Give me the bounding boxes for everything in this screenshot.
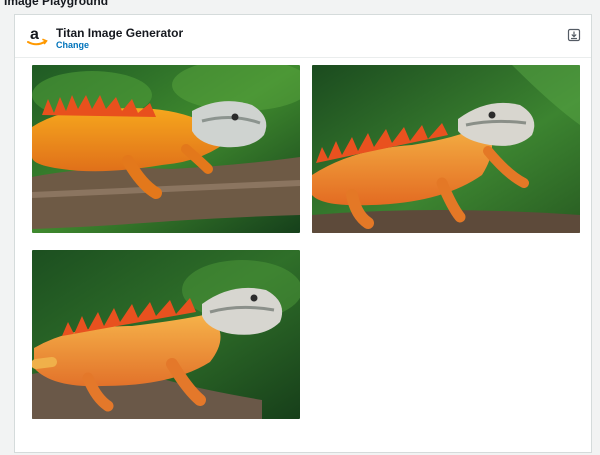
- model-output-panel: a Titan Image Generator Change: [14, 14, 592, 453]
- page-title-fragment: Image Playground: [4, 0, 109, 8]
- svg-text:a: a: [30, 26, 39, 43]
- download-icon[interactable]: [567, 28, 581, 42]
- generated-image[interactable]: [312, 65, 580, 233]
- amazon-logo-icon: a: [27, 26, 48, 46]
- model-name: Titan Image Generator: [56, 26, 184, 40]
- change-model-link[interactable]: Change: [56, 40, 89, 50]
- generated-image[interactable]: [32, 250, 300, 419]
- panel-header: a Titan Image Generator Change: [15, 15, 591, 58]
- generated-image[interactable]: [32, 65, 300, 233]
